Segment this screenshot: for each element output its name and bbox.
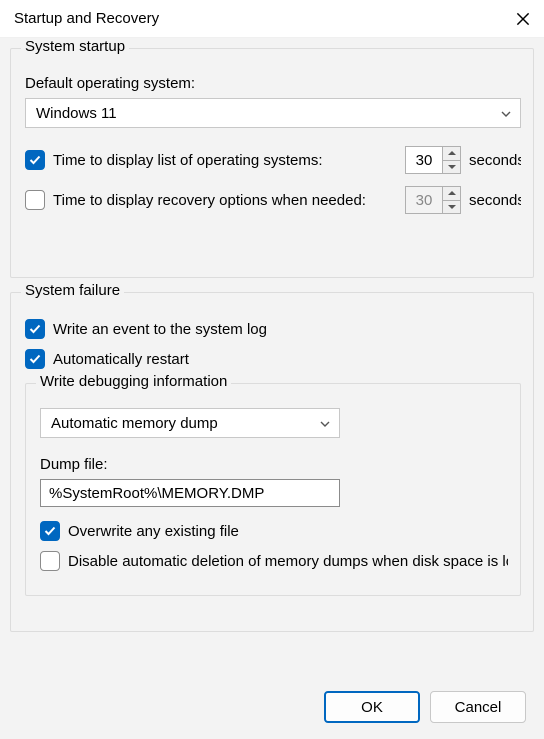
system-startup-legend: System startup [21, 38, 129, 55]
display-recovery-checkbox[interactable] [25, 190, 45, 210]
system-startup-group: System startup Default operating system:… [10, 48, 534, 278]
dumpfile-label: Dump file: [40, 456, 508, 473]
debug-info-legend: Write debugging information [36, 373, 231, 390]
ok-button[interactable]: OK [324, 691, 420, 723]
cancel-button[interactable]: Cancel [430, 691, 526, 723]
debug-type-select[interactable]: Automatic memory dump [40, 408, 340, 438]
debug-type-value: Automatic memory dump [51, 415, 218, 432]
chevron-down-icon [500, 107, 512, 119]
auto-restart-checkbox[interactable] [25, 349, 45, 369]
default-os-select[interactable]: Windows 11 [25, 98, 521, 128]
display-recovery-value: 30 [406, 187, 442, 213]
overwrite-label: Overwrite any existing file [68, 523, 239, 540]
window-title: Startup and Recovery [14, 10, 159, 27]
close-icon[interactable] [514, 10, 532, 28]
dumpfile-input[interactable]: %SystemRoot%\MEMORY.DMP [40, 479, 340, 507]
chevron-down-icon [319, 417, 331, 429]
disable-auto-delete-checkbox[interactable] [40, 551, 60, 571]
titlebar: Startup and Recovery [0, 0, 544, 38]
display-os-list-value: 30 [406, 147, 442, 173]
display-os-list-spinner[interactable]: 30 [405, 146, 461, 174]
disable-auto-delete-label: Disable automatic deletion of memory dum… [68, 553, 508, 570]
dumpfile-value: %SystemRoot%\MEMORY.DMP [49, 485, 264, 502]
spinner-up-icon [443, 187, 460, 200]
display-os-list-label: Time to display list of operating system… [53, 152, 399, 169]
dialog-buttons: OK Cancel [324, 691, 526, 723]
display-os-list-unit: seconds [469, 152, 521, 169]
display-recovery-spinner: 30 [405, 186, 461, 214]
spinner-down-icon[interactable] [443, 160, 460, 174]
debug-info-group: Write debugging information Automatic me… [25, 383, 521, 596]
display-recovery-unit: seconds [469, 192, 521, 209]
display-os-list-row: Time to display list of operating system… [25, 146, 521, 174]
spinner-down-icon [443, 200, 460, 214]
dialog-content: System startup Default operating system:… [0, 38, 544, 739]
display-os-list-checkbox[interactable] [25, 150, 45, 170]
display-recovery-row: Time to display recovery options when ne… [25, 186, 521, 214]
default-os-label: Default operating system: [25, 75, 521, 92]
write-event-checkbox[interactable] [25, 319, 45, 339]
system-failure-legend: System failure [21, 282, 124, 299]
auto-restart-label: Automatically restart [53, 351, 189, 368]
system-failure-group: System failure Write an event to the sys… [10, 292, 534, 632]
default-os-value: Windows 11 [36, 105, 117, 122]
spinner-up-icon[interactable] [443, 147, 460, 160]
write-event-label: Write an event to the system log [53, 321, 267, 338]
display-recovery-label: Time to display recovery options when ne… [53, 192, 399, 209]
overwrite-checkbox[interactable] [40, 521, 60, 541]
